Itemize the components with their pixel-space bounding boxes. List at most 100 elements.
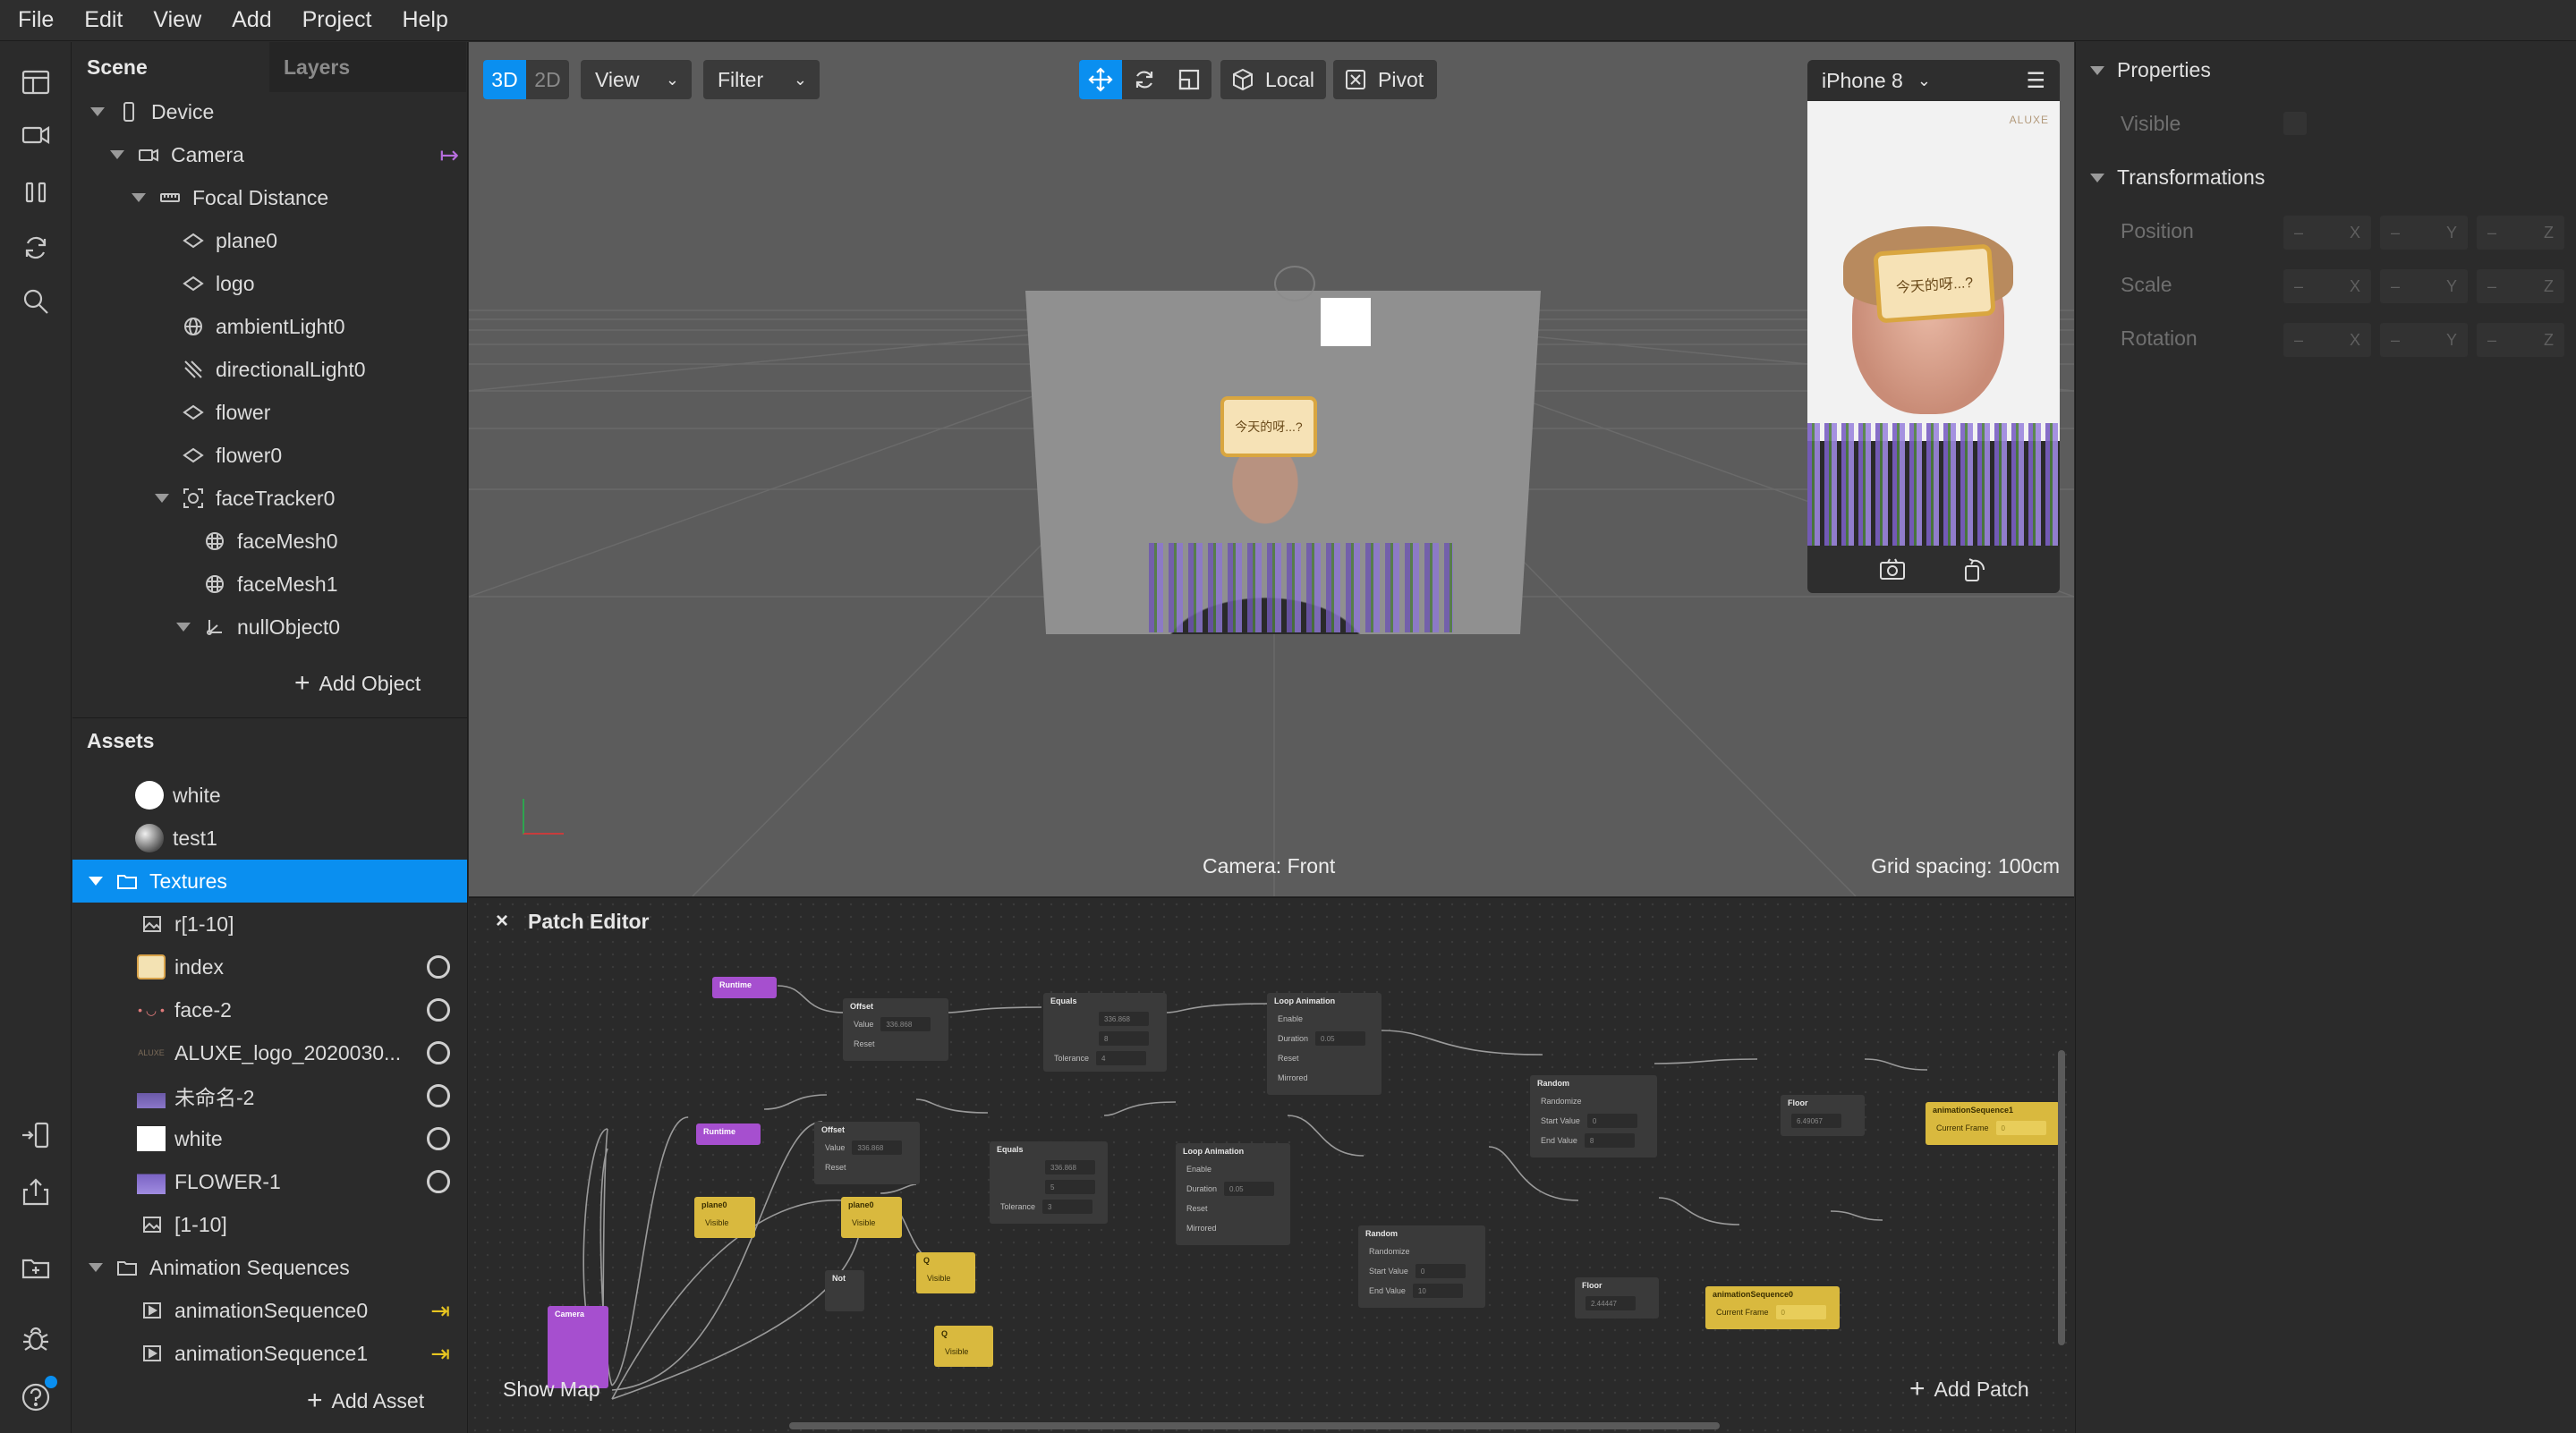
mirror-to-device-icon[interactable] [18,1117,54,1153]
visible-checkbox[interactable] [2283,112,2307,135]
menu-project[interactable]: Project [302,7,372,33]
offset-patch-2[interactable]: Offset Value 336.868 Reset [814,1122,920,1184]
search-icon[interactable] [18,284,54,319]
scene-item-ambient-light[interactable]: ambientLight0 [182,305,345,348]
local-toggle-button[interactable]: Local [1220,60,1326,99]
layout-icon[interactable] [18,64,54,100]
plane0-visible-patch-1[interactable]: plane0 Visible [694,1197,755,1238]
horizontal-scrollbar[interactable] [789,1422,1720,1429]
expand-arrow-icon[interactable] [89,1263,103,1272]
port-value[interactable]: 0.05 [1224,1182,1275,1196]
texture-status-button[interactable] [427,1127,450,1150]
add-object-button[interactable]: + Add Object [294,670,421,697]
view-dropdown[interactable]: View ⌄ [581,60,692,99]
collapse-arrow-icon[interactable] [2090,65,2104,75]
scene-item-flower[interactable]: flower [182,391,270,434]
logo-preview[interactable] [1321,298,1371,346]
menu-file[interactable]: File [18,7,54,33]
expand-arrow-icon[interactable] [155,494,169,503]
rotation-y-field[interactable]: – Y [2380,323,2468,357]
port-value[interactable]: 336.868 [852,1140,903,1155]
not-patch[interactable]: Not [825,1270,864,1311]
equals-patch-1[interactable]: Equals 336.868 8 Tolerance 4 [1043,993,1167,1072]
scene-item-directional-light[interactable]: directionalLight0 [182,348,366,391]
viewport[interactable]: 今天的呀...? 3D 2D View ⌄ Filter ⌄ Local Piv… [469,42,2074,896]
scale-tool-icon[interactable] [1167,60,1211,99]
transformations-section-header[interactable]: Transformations [2090,165,2265,190]
rotate-tool-icon[interactable] [1122,60,1167,99]
asset-item-test1[interactable]: test1 [135,817,217,860]
runtime-patch-2[interactable]: Runtime [696,1124,761,1145]
scene-item-face-mesh1[interactable]: faceMesh1 [203,563,338,606]
scene-item-plane0[interactable]: plane0 [182,219,277,262]
scene-item-face-mesh0[interactable]: faceMesh0 [203,520,338,563]
scene-item-flower0[interactable]: flower0 [182,434,282,477]
rotation-z-field[interactable]: – Z [2477,323,2564,357]
loop-animation-patch-2[interactable]: Loop Animation Enable Duration 0.05 Reset… [1176,1143,1290,1245]
video-icon[interactable] [18,117,54,153]
collapse-arrow-icon[interactable] [2090,173,2104,182]
link-arrow-icon[interactable]: ⇥ [430,1297,450,1325]
port-value[interactable]: 0 [1586,1114,1637,1128]
animation-sequence1-patch[interactable]: animationSequence1 Current Frame 0 [1926,1102,2060,1145]
port-value[interactable]: 336.868 [1099,1012,1149,1026]
scale-x-field[interactable]: – X [2283,269,2371,303]
port-value[interactable]: 0 [1995,1121,2046,1135]
menu-icon[interactable]: ☰ [2026,68,2045,94]
refresh-icon[interactable] [18,230,54,266]
tab-layers[interactable]: Layers [269,42,466,92]
link-arrow-icon[interactable]: ⇥ [430,1340,450,1368]
asset-item-material-white[interactable]: white [135,774,221,817]
q-visible-patch-1[interactable]: Q Visible [916,1252,975,1293]
menu-add[interactable]: Add [232,7,271,33]
floor-patch-1[interactable]: Floor 6.49067 [1781,1095,1865,1136]
texture-status-button[interactable] [427,998,450,1022]
port-value[interactable]: 0 [1415,1264,1466,1278]
chevron-down-icon[interactable]: ⌄ [1917,72,1931,90]
device-select[interactable]: iPhone 8 [1822,69,1903,93]
asset-item-r1-10[interactable]: r[1-10] [140,903,234,945]
asset-item-unnamed-2[interactable]: 未命名-2 [137,1074,468,1117]
texture-status-button[interactable] [427,1041,450,1064]
scene-item-camera[interactable]: Camera ↦ [110,133,459,176]
pivot-toggle-button[interactable]: Pivot [1333,60,1437,99]
scale-z-field[interactable]: – Z [2477,269,2564,303]
camera-patch[interactable]: Camera [548,1306,608,1388]
scene-item-null-object[interactable]: nullObject0 [176,606,340,649]
expand-arrow-icon[interactable] [90,107,105,116]
move-tool-icon[interactable] [1079,60,1122,99]
new-folder-icon[interactable] [18,1250,54,1285]
properties-section-header[interactable]: Properties [2090,58,2211,82]
screenshot-icon[interactable] [1878,555,1907,584]
tab-scene[interactable]: Scene [72,42,269,92]
rotate-device-icon[interactable] [1960,555,1989,584]
asset-item-textures-folder[interactable]: Textures [72,860,467,903]
asset-item-index[interactable]: index [137,945,468,988]
asset-item-aluxe-logo[interactable]: ALUXE ALUXE_logo_2020030... [137,1031,468,1074]
expand-arrow-icon[interactable] [110,150,124,159]
offset-patch-1[interactable]: Offset Value 336.868 Reset [843,998,948,1061]
port-value[interactable]: 5 [1045,1180,1095,1194]
asset-item-1-10[interactable]: [1-10] [140,1203,227,1246]
rotation-x-field[interactable]: – X [2283,323,2371,357]
bug-icon[interactable] [18,1321,54,1357]
mode-3d-button[interactable]: 3D [483,60,526,99]
animation-sequence0-patch[interactable]: animationSequence0 Current Frame 0 [1705,1286,1840,1329]
sticker-preview[interactable]: 今天的呀...? [1220,396,1317,457]
position-y-field[interactable]: – Y [2380,216,2468,250]
port-value[interactable]: 8 [1099,1031,1149,1046]
add-asset-button[interactable]: + Add Asset [307,1387,424,1414]
floor-patch-2[interactable]: Floor 2.44447 [1575,1277,1659,1319]
mode-2d-button[interactable]: 2D [526,60,569,99]
add-patch-button[interactable]: + Add Patch [1909,1376,2029,1403]
patch-editor[interactable]: × Patch Editor Runtime Offset Value 336.… [469,897,2074,1433]
pause-icon[interactable] [18,174,54,210]
port-value[interactable]: 0 [1775,1305,1826,1319]
filter-dropdown[interactable]: Filter ⌄ [703,60,820,99]
asset-item-animation-sequences-folder[interactable]: Animation Sequences [89,1246,350,1289]
menu-view[interactable]: View [153,7,201,33]
asset-item-face-2[interactable]: • ◡ • face-2 [137,988,468,1031]
port-value[interactable]: 8 [1584,1133,1635,1148]
port-value[interactable]: 3 [1042,1200,1093,1214]
position-x-field[interactable]: – X [2283,216,2371,250]
